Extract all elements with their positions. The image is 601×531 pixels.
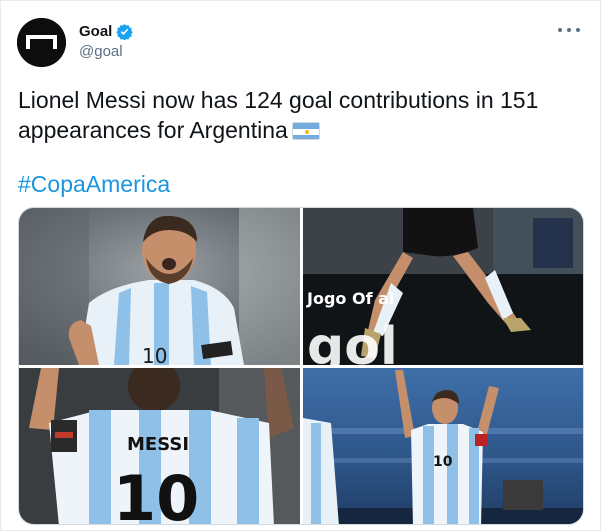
messi-celebrating-photo[interactable]: 10 <box>19 208 300 365</box>
author-name-row[interactable]: Goal <box>79 23 134 40</box>
tweet-body-text: Lionel Messi now has 124 goal contributi… <box>18 87 539 143</box>
messi-back-photo[interactable]: MESSI 10 <box>19 368 300 525</box>
board-text: Jogo Of al <box>306 289 394 308</box>
display-name[interactable]: Goal <box>79 23 112 40</box>
media-grid: 10 Jogo Of al gol MESSI 10 10 <box>18 207 584 525</box>
tweet-card[interactable]: Goal @goal Lionel Messi now has 124 goal… <box>0 0 601 531</box>
more-options-icon[interactable] <box>558 23 580 37</box>
jersey-number-text: 10 <box>142 344 167 365</box>
jersey-number-back-text: 10 <box>113 462 199 525</box>
verified-badge-icon <box>116 23 134 40</box>
board-text-large: gol <box>307 317 398 365</box>
messi-pointing-up-photo[interactable]: 10 <box>303 368 583 524</box>
account-handle[interactable]: @goal <box>79 43 123 60</box>
tweet-text: Lionel Messi now has 124 goal contributi… <box>18 85 583 145</box>
hashtag-link[interactable]: #CopaAmerica <box>18 169 170 199</box>
jersey-number-front-text: 10 <box>433 454 453 470</box>
argentina-flag-icon <box>291 122 320 140</box>
goal-logo-icon[interactable] <box>17 18 66 67</box>
messi-jumping-photo[interactable]: Jogo Of al gol <box>303 208 583 365</box>
jersey-name-text: MESSI <box>127 434 189 455</box>
